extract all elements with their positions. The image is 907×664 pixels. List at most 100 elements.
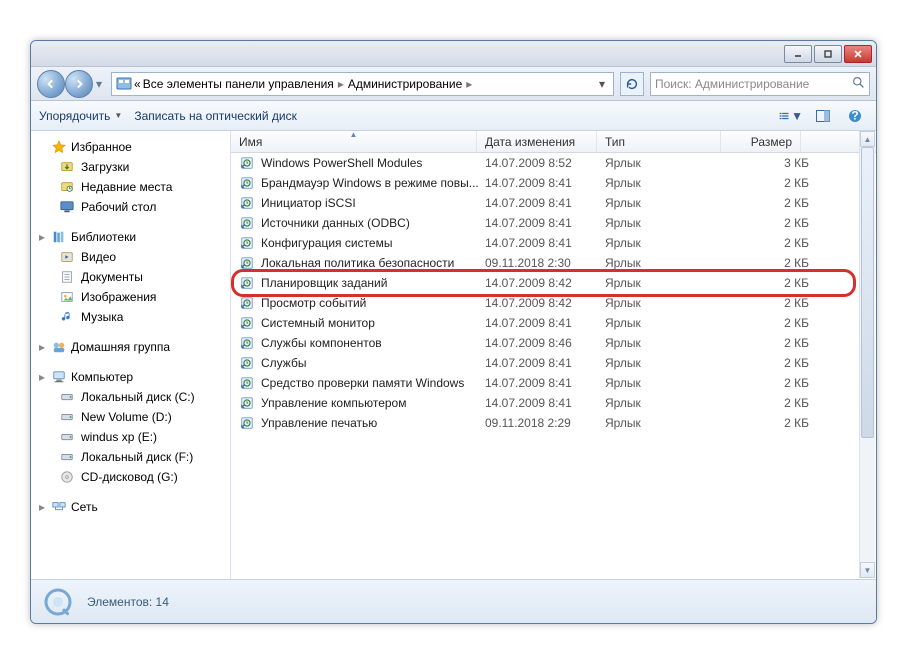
breadcrumb-prefix: «: [134, 77, 141, 91]
file-name: Службы: [261, 356, 485, 370]
organize-menu[interactable]: Упорядочить▼: [39, 109, 122, 123]
file-row[interactable]: Windows PowerShell Modules 14.07.2009 8:…: [231, 153, 876, 173]
breadcrumb-seg2[interactable]: Администрирование: [348, 77, 462, 91]
file-type: Ярлык: [605, 296, 729, 310]
computer-item[interactable]: Локальный диск (C:): [31, 387, 230, 407]
refresh-button[interactable]: [620, 72, 644, 96]
file-size: 2 КБ: [729, 316, 809, 330]
file-row[interactable]: Управление печатью 09.11.2018 2:29 Ярлык…: [231, 413, 876, 433]
vertical-scrollbar[interactable]: ▲ ▼: [859, 131, 875, 578]
file-row[interactable]: Инициатор iSCSI 14.07.2009 8:41 Ярлык 2 …: [231, 193, 876, 213]
scroll-up-button[interactable]: ▲: [860, 131, 875, 147]
computer-header[interactable]: ▸Компьютер: [31, 367, 230, 387]
file-name: Средство проверки памяти Windows: [261, 376, 485, 390]
column-size[interactable]: Размер: [721, 131, 801, 152]
toolbar: Упорядочить▼ Записать на оптический диск…: [31, 101, 876, 131]
computer-item[interactable]: windus xp (E:): [31, 427, 230, 447]
view-options-button[interactable]: ▼: [778, 106, 804, 126]
file-size: 2 КБ: [729, 276, 809, 290]
file-date: 14.07.2009 8:41: [485, 396, 605, 410]
burn-label: Записать на оптический диск: [134, 109, 297, 123]
file-size: 2 КБ: [729, 216, 809, 230]
file-date: 14.07.2009 8:41: [485, 176, 605, 190]
file-row[interactable]: Службы компонентов 14.07.2009 8:46 Ярлык…: [231, 333, 876, 353]
maximize-button[interactable]: [814, 45, 842, 63]
column-date[interactable]: Дата изменения: [477, 131, 597, 152]
column-name[interactable]: Имя: [231, 131, 477, 152]
file-row[interactable]: Просмотр событий 14.07.2009 8:42 Ярлык 2…: [231, 293, 876, 313]
content-pane: Имя Дата изменения Тип Размер Windows Po…: [231, 131, 876, 579]
file-date: 14.07.2009 8:41: [485, 196, 605, 210]
back-button[interactable]: [37, 70, 65, 98]
file-row[interactable]: Службы 14.07.2009 8:41 Ярлык 2 КБ: [231, 353, 876, 373]
chevron-right-icon[interactable]: ▸: [464, 77, 474, 91]
organize-label: Упорядочить: [39, 109, 110, 123]
file-size: 2 КБ: [729, 256, 809, 270]
file-name: Инициатор iSCSI: [261, 196, 485, 210]
file-date: 14.07.2009 8:41: [485, 236, 605, 250]
file-row[interactable]: Планировщик заданий 14.07.2009 8:42 Ярлы…: [231, 273, 876, 293]
file-size: 2 КБ: [729, 356, 809, 370]
favorites-header[interactable]: Избранное: [31, 137, 230, 157]
file-type: Ярлык: [605, 376, 729, 390]
history-dropdown[interactable]: ▾: [93, 74, 105, 94]
address-bar: ▾ « Все элементы панели управления ▸ Адм…: [31, 67, 876, 101]
minimize-button[interactable]: [784, 45, 812, 63]
favorites-item[interactable]: Рабочий стол: [31, 197, 230, 217]
file-date: 14.07.2009 8:46: [485, 336, 605, 350]
file-name: Службы компонентов: [261, 336, 485, 350]
file-type: Ярлык: [605, 316, 729, 330]
preview-pane-button[interactable]: [810, 106, 836, 126]
libraries-item[interactable]: Видео: [31, 247, 230, 267]
burn-disc-button[interactable]: Записать на оптический диск: [134, 109, 297, 123]
file-row[interactable]: Управление компьютером 14.07.2009 8:41 Я…: [231, 393, 876, 413]
forward-button[interactable]: [65, 70, 93, 98]
explorer-window: ▾ « Все элементы панели управления ▸ Адм…: [30, 40, 877, 624]
breadcrumb[interactable]: « Все элементы панели управления ▸ Админ…: [111, 72, 614, 96]
search-input[interactable]: Поиск: Администрирование: [650, 72, 870, 96]
file-size: 2 КБ: [729, 396, 809, 410]
file-row[interactable]: Средство проверки памяти Windows 14.07.2…: [231, 373, 876, 393]
libraries-item[interactable]: Документы: [31, 267, 230, 287]
computer-item[interactable]: New Volume (D:): [31, 407, 230, 427]
help-button[interactable]: ?: [842, 106, 868, 126]
navigation-pane: ИзбранноеЗагрузкиНедавние местаРабочий с…: [31, 131, 231, 579]
network-header[interactable]: ▸Сеть: [31, 497, 230, 517]
libraries-item[interactable]: Музыка: [31, 307, 230, 327]
file-row[interactable]: Локальная политика безопасности 09.11.20…: [231, 253, 876, 273]
svg-text:?: ?: [851, 109, 858, 123]
scroll-down-button[interactable]: ▼: [860, 562, 875, 578]
libraries-item[interactable]: Изображения: [31, 287, 230, 307]
breadcrumb-seg1[interactable]: Все элементы панели управления: [143, 77, 334, 91]
favorites-item[interactable]: Загрузки: [31, 157, 230, 177]
file-date: 14.07.2009 8:41: [485, 216, 605, 230]
file-size: 3 КБ: [729, 156, 809, 170]
file-row[interactable]: Источники данных (ODBC) 14.07.2009 8:41 …: [231, 213, 876, 233]
column-type[interactable]: Тип: [597, 131, 721, 152]
file-date: 09.11.2018 2:29: [485, 416, 605, 430]
file-size: 2 КБ: [729, 296, 809, 310]
scroll-thumb[interactable]: [861, 147, 874, 438]
file-name: Управление печатью: [261, 416, 485, 430]
file-date: 14.07.2009 8:41: [485, 316, 605, 330]
chevron-right-icon[interactable]: ▸: [336, 77, 346, 91]
libraries-header[interactable]: ▸Библиотеки: [31, 227, 230, 247]
file-row[interactable]: Конфигурация системы 14.07.2009 8:41 Ярл…: [231, 233, 876, 253]
file-date: 14.07.2009 8:41: [485, 356, 605, 370]
file-row[interactable]: Системный монитор 14.07.2009 8:41 Ярлык …: [231, 313, 876, 333]
favorites-item[interactable]: Недавние места: [31, 177, 230, 197]
file-type: Ярлык: [605, 276, 729, 290]
computer-item[interactable]: CD-дисковод (G:): [31, 467, 230, 487]
homegroup-header[interactable]: ▸Домашняя группа: [31, 337, 230, 357]
breadcrumb-dropdown[interactable]: ▾: [595, 77, 609, 91]
file-name: Планировщик заданий: [261, 276, 485, 290]
search-placeholder: Поиск: Администрирование: [655, 77, 852, 91]
file-size: 2 КБ: [729, 196, 809, 210]
file-type: Ярлык: [605, 176, 729, 190]
file-type: Ярлык: [605, 256, 729, 270]
computer-item[interactable]: Локальный диск (F:): [31, 447, 230, 467]
file-size: 2 КБ: [729, 376, 809, 390]
file-row[interactable]: Брандмауэр Windows в режиме повы... 14.0…: [231, 173, 876, 193]
close-button[interactable]: [844, 45, 872, 63]
file-date: 09.11.2018 2:30: [485, 256, 605, 270]
